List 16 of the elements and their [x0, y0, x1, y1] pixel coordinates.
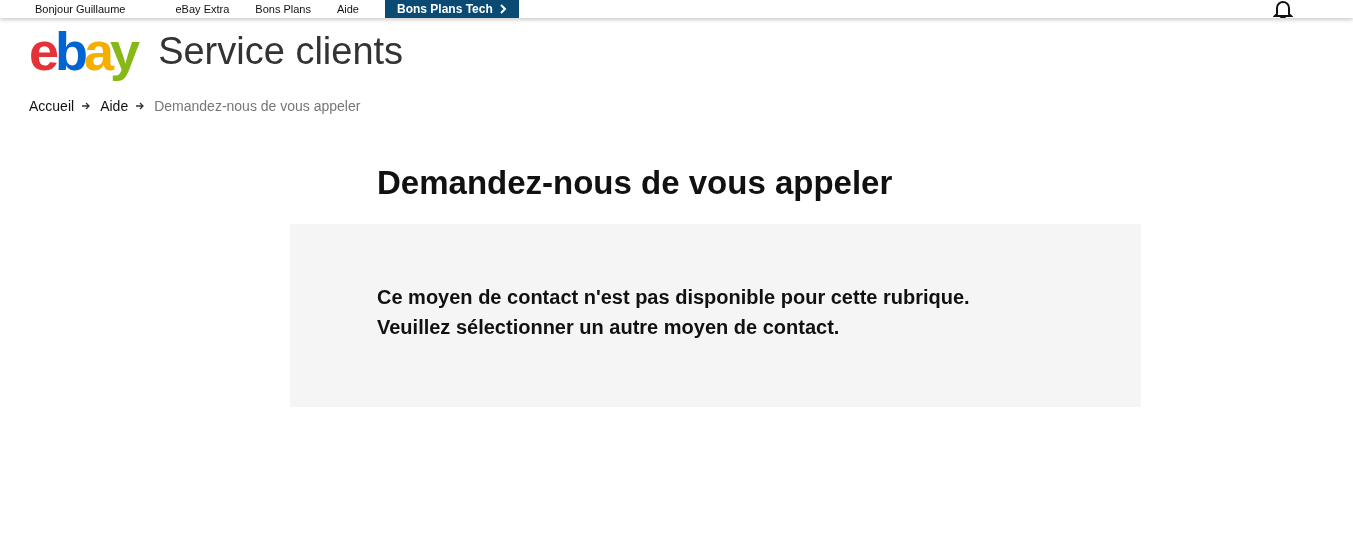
bell-icon[interactable] — [1273, 0, 1293, 18]
top-nav-link[interactable]: Bons Plans — [255, 3, 311, 15]
notice-text: Ce moyen de contact n'est pas disponible pour cette rubrique. — [377, 286, 971, 309]
chevron-icon — [498, 4, 507, 14]
promo-button[interactable]: Bons Plans Tech — [385, 0, 519, 18]
top-nav-link[interactable]: eBay Extra — [175, 3, 230, 15]
arrow-icon — [81, 101, 92, 111]
greeting-text: Bonjour Guillaume — [35, 3, 126, 15]
arrow-icon — [135, 101, 146, 111]
top-nav-link[interactable]: Aide — [336, 3, 359, 15]
breadcrumb-link[interactable]: Accueil — [29, 98, 75, 114]
page-header-title: Service clients — [158, 29, 404, 73]
breadcrumb-link[interactable]: Aide — [100, 98, 129, 114]
breadcrumb-current: Demandez-nous de vous appeler — [154, 98, 361, 114]
notice-text: Veuillez sélectionner un autre moyen de contact. — [377, 316, 841, 339]
heading: Demandez-nous de vous appeler — [377, 164, 894, 202]
